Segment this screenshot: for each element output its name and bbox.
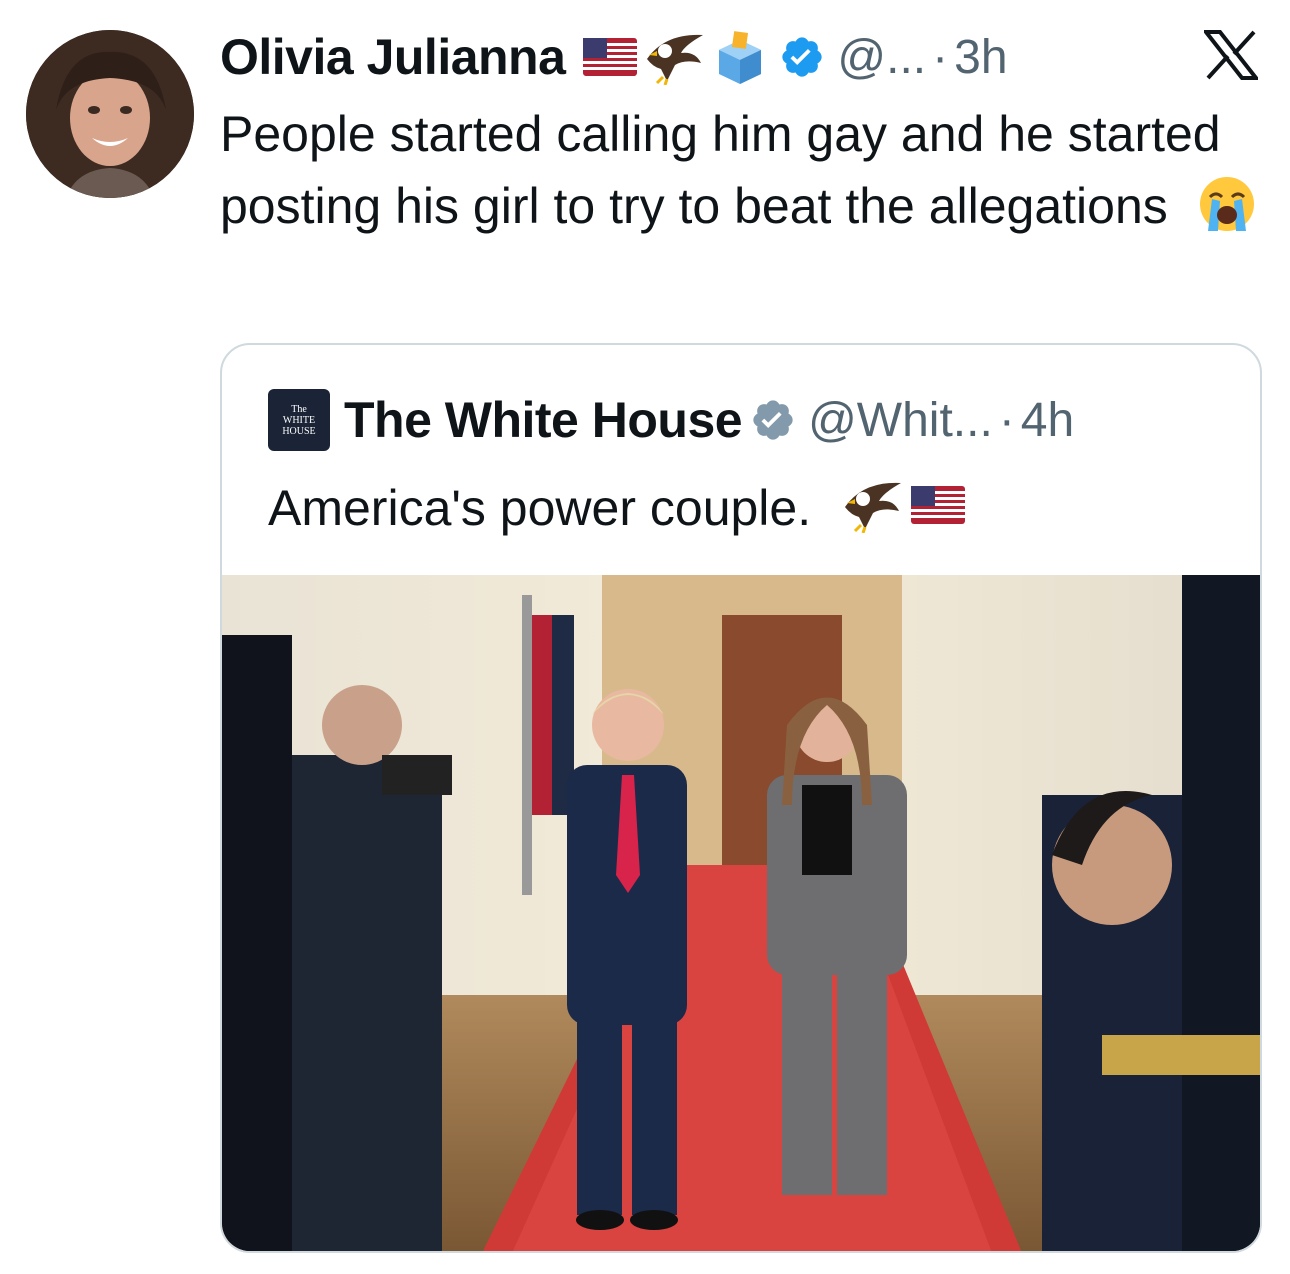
white-house-logo[interactable]: The WHITE HOUSE — [268, 389, 330, 451]
x-logo-icon — [1204, 30, 1258, 80]
quoted-author-handle[interactable]: @Whit... — [808, 393, 993, 448]
quoted-tweet[interactable]: The WHITE HOUSE The White House @Whit... ·… — [220, 343, 1262, 1253]
quoted-tweet-header: The WHITE HOUSE The White House @Whit... ·… — [268, 385, 1074, 455]
author-handle[interactable]: @... — [837, 30, 926, 85]
verified-badge-icon[interactable] — [779, 34, 825, 80]
eagle-icon — [845, 482, 902, 533]
separator-dot: · — [932, 30, 949, 84]
avatar-photo — [26, 30, 194, 198]
quoted-tweet-timestamp[interactable]: 4h — [1021, 393, 1074, 448]
tweet-text-content: People started calling him gay and he st… — [220, 106, 1221, 234]
quoted-tweet-text: America's power couple. — [268, 477, 966, 537]
us-flag-icon — [583, 38, 638, 76]
ballot-box-icon — [719, 31, 762, 84]
tweet-text: People started calling him gay and he st… — [220, 98, 1260, 242]
tweet-media-photo[interactable] — [222, 575, 1260, 1251]
quoted-text-emoji — [843, 477, 966, 533]
author-name-emoji — [583, 29, 767, 85]
separator-dot: · — [998, 393, 1015, 447]
tweet-timestamp[interactable]: 3h — [954, 30, 1007, 85]
author-display-name[interactable]: Olivia Julianna — [220, 28, 566, 86]
quoted-author-display-name[interactable]: The White House — [344, 391, 743, 449]
verified-badge-icon[interactable] — [750, 397, 796, 443]
eagle-icon — [647, 34, 704, 85]
quoted-tweet-text-content: America's power couple. — [268, 480, 812, 536]
tweet-header: Olivia Julianna @... · 3h — [220, 22, 1008, 92]
author-avatar[interactable] — [26, 30, 194, 198]
loudly-crying-face-icon — [1199, 177, 1254, 231]
hallway-photo — [222, 575, 1260, 1251]
us-flag-icon — [911, 486, 966, 524]
